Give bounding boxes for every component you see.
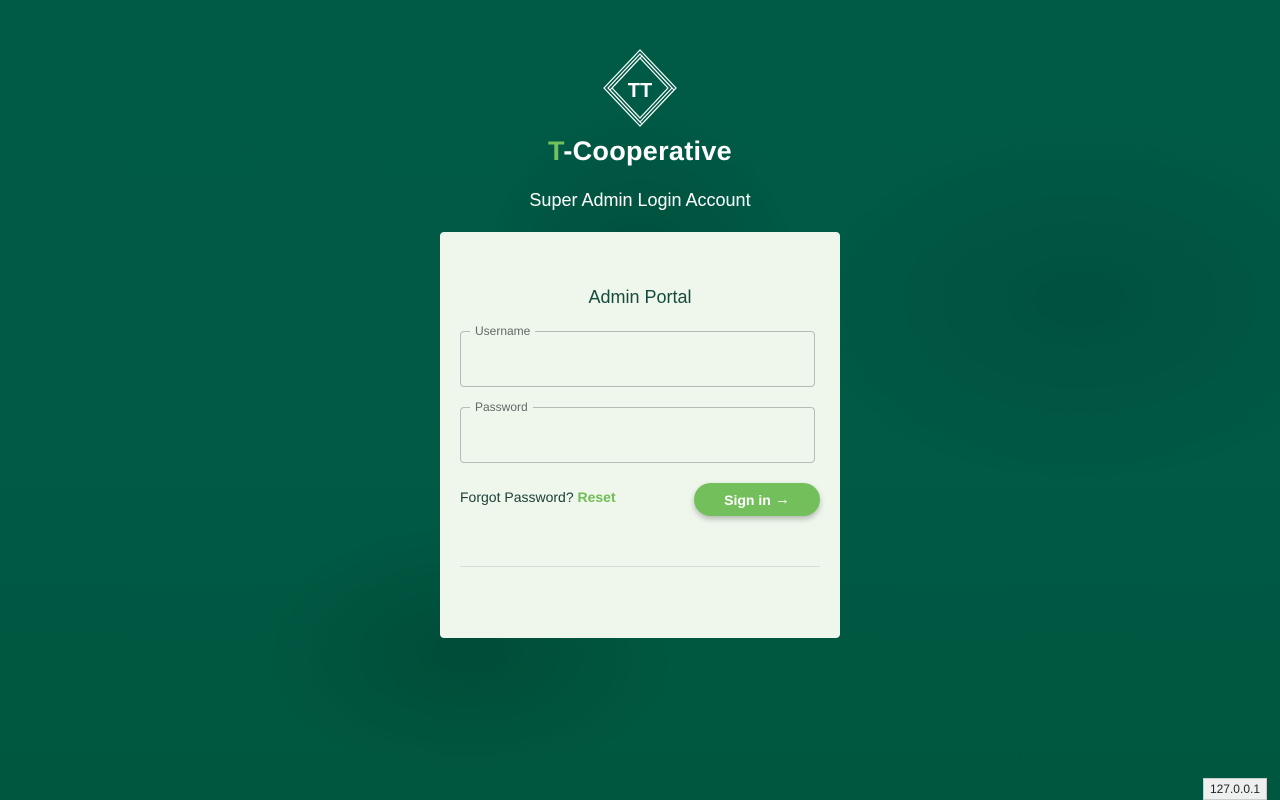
username-field: Username	[460, 324, 815, 387]
host-badge: 127.0.0.1	[1202, 778, 1267, 800]
brand-name-rest: -Cooperative	[563, 136, 732, 166]
page-subtitle: Super Admin Login Account	[529, 190, 751, 210]
reset-link[interactable]: Reset	[578, 489, 616, 505]
sign-in-button[interactable]: Sign in →	[694, 483, 820, 516]
password-field: Password	[460, 400, 815, 463]
password-input[interactable]	[461, 408, 814, 462]
login-card: Admin Portal Username Password Forgot Pa…	[440, 232, 840, 638]
divider	[460, 566, 820, 567]
forgot-password-text: Forgot Password?	[460, 489, 574, 505]
brand-name: T-Cooperative	[0, 136, 1280, 167]
diamond-logo-icon: TT	[600, 48, 680, 132]
brand-name-accent: T	[548, 136, 564, 166]
sign-in-label: Sign in	[724, 491, 771, 508]
forgot-password-row: Forgot Password? Reset	[460, 489, 616, 505]
arrow-right-icon: →	[774, 491, 790, 508]
card-title: Admin Portal	[588, 287, 692, 307]
username-input[interactable]	[461, 332, 814, 386]
logo-letters: TT	[628, 80, 652, 102]
